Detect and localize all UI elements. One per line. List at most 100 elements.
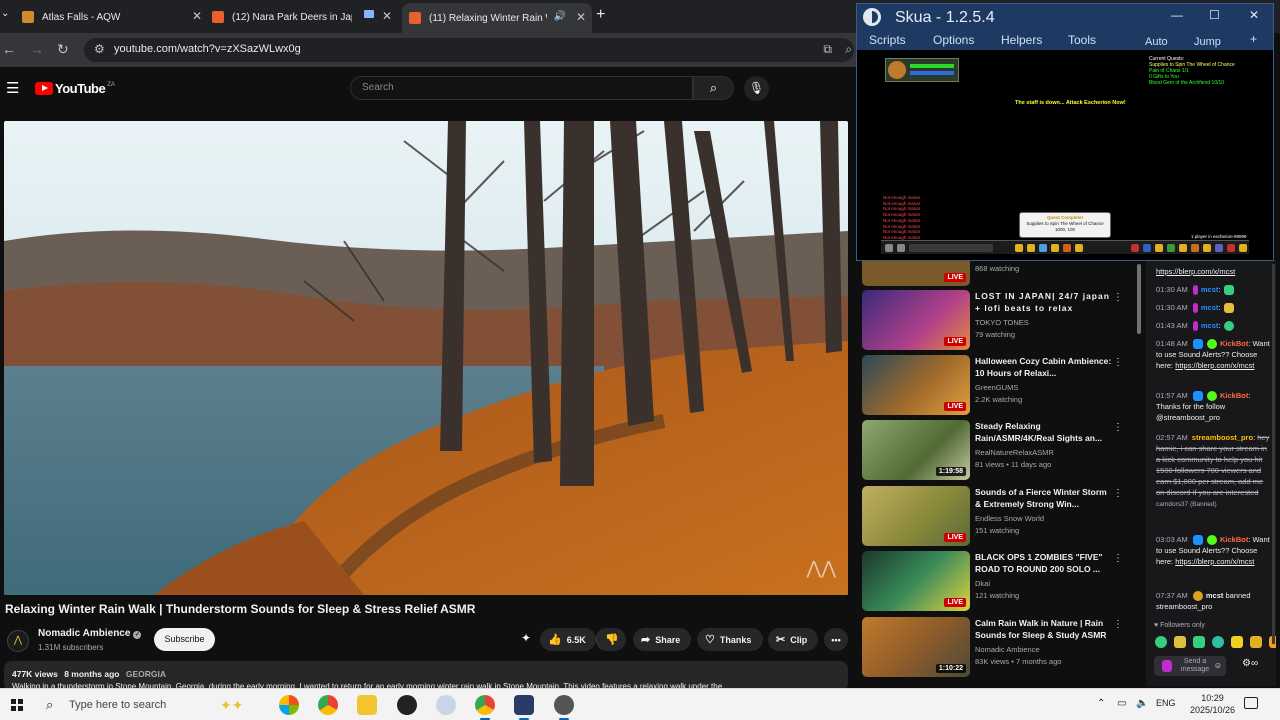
menu-slot-icon[interactable] bbox=[1227, 244, 1235, 252]
video-title[interactable]: BLACK OPS 1 ZOMBIES "FIVE" ROAD TO ROUND… bbox=[975, 551, 1113, 575]
emote-icon[interactable] bbox=[1231, 636, 1243, 648]
search-input[interactable]: Search bbox=[350, 76, 693, 100]
emoji-picker-icon[interactable]: ☺ bbox=[1214, 661, 1222, 670]
github-icon[interactable] bbox=[397, 695, 417, 715]
chat-username[interactable]: KickBot bbox=[1220, 339, 1248, 348]
more-vertical-icon[interactable]: ⋮ bbox=[1113, 488, 1123, 499]
menu-options[interactable]: Options bbox=[933, 33, 974, 47]
skill-slot-icon[interactable] bbox=[1075, 244, 1083, 252]
chat-username[interactable]: KickBot bbox=[1220, 535, 1248, 544]
chat-settings-icon[interactable]: ⚙∞ bbox=[1242, 658, 1258, 669]
emote-icon[interactable] bbox=[1174, 636, 1186, 648]
menu-helpers[interactable]: Helpers bbox=[1001, 33, 1042, 47]
emote-toggle-icon[interactable] bbox=[897, 244, 905, 252]
voice-search-button[interactable]: 🎙 bbox=[744, 76, 769, 101]
chat-link[interactable]: https://blerp.com/x/mcst bbox=[1156, 267, 1235, 276]
youtube-logo[interactable]: YouTube ZA bbox=[35, 81, 115, 96]
related-video[interactable]: LIVE BLACK OPS 1 ZOMBIES "FIVE" ROAD TO … bbox=[862, 551, 1142, 611]
skill-slot-icon[interactable] bbox=[1015, 244, 1023, 252]
close-tab-icon[interactable]: ✕ bbox=[192, 9, 202, 23]
chat-username[interactable]: mcst bbox=[1201, 321, 1219, 330]
chrome-active-icon[interactable] bbox=[475, 695, 495, 720]
reload-icon[interactable]: ↻ bbox=[57, 41, 69, 58]
video-thumbnail[interactable]: LIVE bbox=[862, 290, 970, 350]
menu-slot-icon[interactable] bbox=[1131, 244, 1139, 252]
clip-button[interactable]: ✂ Clip bbox=[768, 628, 818, 651]
subscribe-button[interactable]: Subscribe bbox=[154, 628, 215, 651]
share-button[interactable]: ➦ Share bbox=[633, 628, 691, 651]
game-view[interactable]: Current Quests: Supplies to Spin The Whe… bbox=[857, 50, 1273, 260]
emote-icon[interactable] bbox=[1212, 636, 1224, 648]
skua-titlebar[interactable]: Skua - 1.2.5.4 — ☐ ✕ bbox=[857, 4, 1273, 30]
copilot-icon[interactable] bbox=[279, 695, 299, 715]
back-arrow-icon[interactable]: ← bbox=[2, 41, 16, 57]
like-button[interactable]: 👍 6.5K bbox=[540, 628, 596, 651]
taskbar-clock[interactable]: 10:29 2025/10/26 bbox=[1190, 692, 1235, 716]
video-title[interactable]: Calm Rain Walk in Nature | Rain Sounds f… bbox=[975, 617, 1113, 641]
video-channel[interactable]: Endless Snow World bbox=[975, 514, 1044, 523]
game-app-icon[interactable] bbox=[514, 695, 534, 720]
address-bar[interactable]: ⚙ youtube.com/watch?v=zXSazWLwx0g ⧉ ⌕ bbox=[84, 38, 854, 62]
video-channel[interactable]: RealNatureRelaxASMR bbox=[975, 448, 1054, 457]
menu-tools[interactable]: Tools bbox=[1068, 33, 1096, 47]
new-tab-button[interactable]: + bbox=[596, 6, 605, 24]
chat-username[interactable]: mcst bbox=[1201, 285, 1219, 294]
tab-relaxing-winter-rain[interactable]: (11) Relaxing Winter Rain Walk 🔊 ✕ bbox=[402, 3, 592, 33]
video-title[interactable]: Halloween Cozy Cabin Ambience: 10 Hours … bbox=[975, 355, 1113, 379]
video-thumbnail[interactable]: LIVE bbox=[862, 486, 970, 546]
tray-overflow-icon[interactable]: ⌃ bbox=[1097, 698, 1105, 709]
chat-toggle-icon[interactable] bbox=[885, 244, 893, 252]
menu-slot-icon[interactable] bbox=[1191, 244, 1199, 252]
video-title[interactable]: LOST IN JAPAN| 24/7 japan + lofi beats t… bbox=[975, 290, 1113, 314]
more-vertical-icon[interactable]: ⋮ bbox=[1113, 357, 1123, 368]
close-tab-icon[interactable]: ✕ bbox=[576, 10, 586, 24]
related-video[interactable]: 1:19:58 Steady Relaxing Rain/ASMR/4K/Rea… bbox=[862, 420, 1142, 480]
start-button[interactable] bbox=[11, 699, 23, 711]
chat-link[interactable]: https://blerp.com/x/mcst bbox=[1175, 361, 1254, 370]
maximize-icon[interactable]: ☐ bbox=[1209, 8, 1220, 22]
more-vertical-icon[interactable]: ⋮ bbox=[1113, 619, 1123, 630]
menu-slot-icon[interactable] bbox=[1215, 244, 1223, 252]
chat-username[interactable]: mcst bbox=[1206, 591, 1224, 600]
video-channel[interactable]: GreenGUMS bbox=[975, 383, 1018, 392]
channel-name[interactable]: Nomadic Ambience ✓ bbox=[38, 628, 142, 639]
site-info-icon[interactable]: ⚙ bbox=[94, 42, 105, 56]
channel-avatar[interactable]: ⋀ bbox=[7, 630, 29, 652]
emote-icon[interactable] bbox=[1193, 636, 1205, 648]
taskbar-search[interactable]: ⌕ Type here to search ✦✦ bbox=[38, 690, 262, 720]
menu-slot-icon[interactable] bbox=[1167, 244, 1175, 252]
chat-username[interactable]: streamboost_pro bbox=[1192, 433, 1253, 442]
video-thumbnail[interactable]: LIVE bbox=[862, 260, 970, 286]
menu-scripts[interactable]: Scripts bbox=[869, 33, 906, 47]
zoom-icon[interactable]: ⌕ bbox=[845, 42, 852, 57]
related-video[interactable]: LIVE 868 watching bbox=[862, 260, 1142, 286]
menu-slot-icon[interactable] bbox=[1179, 244, 1187, 252]
dislike-button[interactable]: 👎 bbox=[596, 628, 626, 651]
video-player[interactable]: ⋀⋀ bbox=[4, 121, 848, 595]
video-thumbnail[interactable]: LIVE bbox=[862, 551, 970, 611]
chat-scrollbar[interactable] bbox=[1272, 264, 1275, 644]
more-vertical-icon[interactable]: ⋮ bbox=[1113, 553, 1123, 564]
chrome-icon[interactable] bbox=[318, 695, 338, 715]
menu-slot-icon[interactable] bbox=[1203, 244, 1211, 252]
related-scrollbar[interactable] bbox=[1137, 264, 1141, 334]
related-video[interactable]: LIVE Halloween Cozy Cabin Ambience: 10 H… bbox=[862, 355, 1142, 415]
video-title[interactable]: Sounds of a Fierce Winter Storm & Extrem… bbox=[975, 486, 1113, 510]
tab-nara-park[interactable]: (12) Nara Park Deers in Japan ✕ bbox=[212, 5, 398, 29]
video-description[interactable]: 477K views 8 months ago GEORGIA Walking … bbox=[4, 661, 848, 691]
skill-slot-icon[interactable] bbox=[1039, 244, 1047, 252]
emote-icon[interactable] bbox=[1250, 636, 1262, 648]
search-button[interactable]: ⌕ bbox=[693, 76, 734, 100]
thanks-button[interactable]: ♡ Thanks bbox=[697, 628, 763, 651]
video-thumbnail[interactable]: LIVE bbox=[862, 355, 970, 415]
install-app-icon[interactable]: ⧉ bbox=[823, 42, 832, 57]
minimize-icon[interactable]: — bbox=[1171, 8, 1183, 22]
chat-username[interactable]: mcst bbox=[1201, 303, 1219, 312]
snipping-tool-icon[interactable] bbox=[436, 695, 456, 715]
chat-input[interactable]: Send a message ☺ bbox=[1154, 656, 1226, 676]
chat-username[interactable]: KickBot bbox=[1220, 391, 1248, 400]
menu-auto[interactable]: Auto bbox=[1145, 36, 1168, 48]
location-tag[interactable]: GEORGIA bbox=[126, 669, 166, 679]
close-icon[interactable]: ✕ bbox=[1249, 8, 1259, 22]
video-channel[interactable]: TOKYO TONES bbox=[975, 318, 1029, 327]
